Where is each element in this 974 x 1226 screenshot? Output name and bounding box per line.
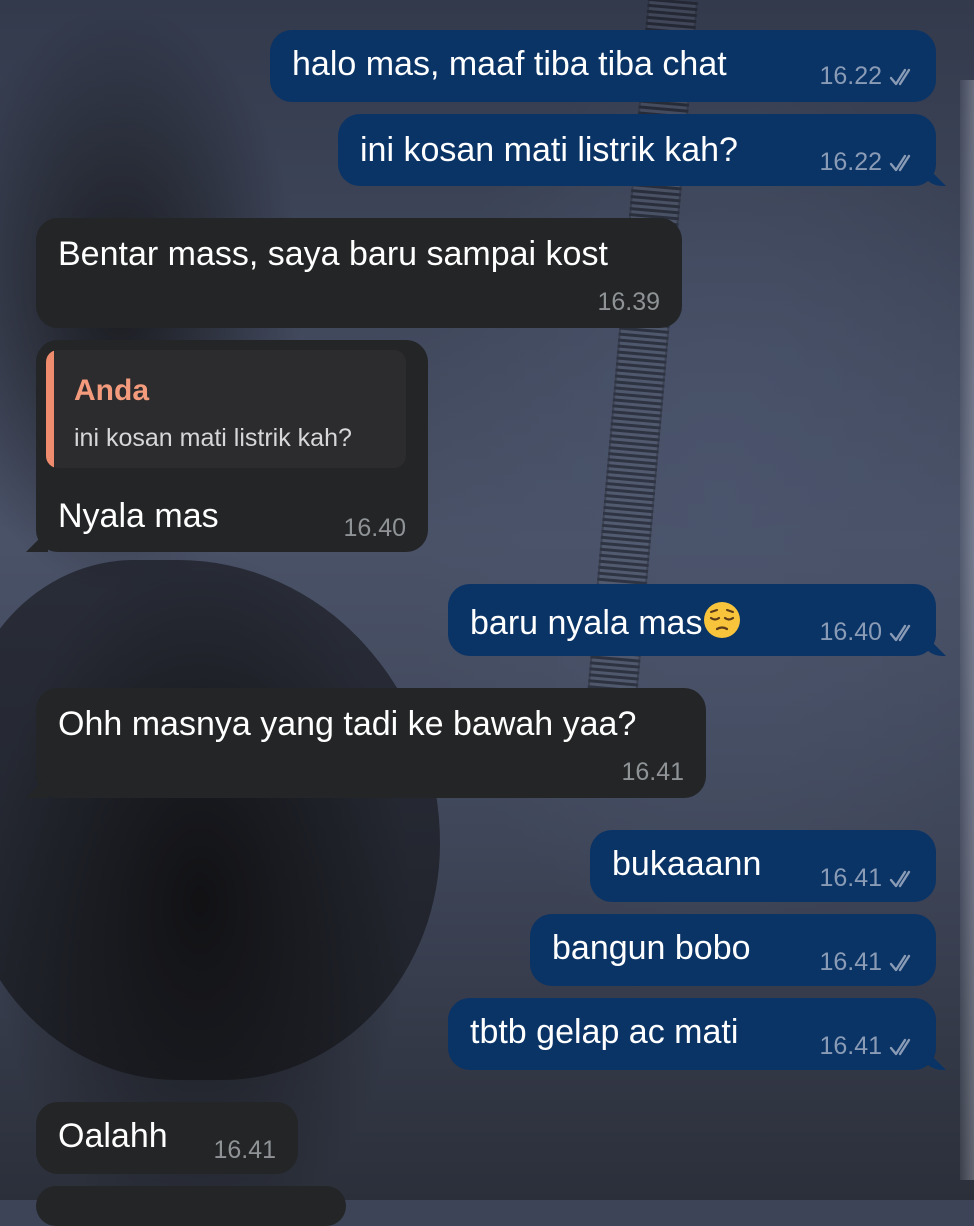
message-meta: 16.40 [819,618,918,647]
double-check-icon [889,870,911,887]
reply-quoted-text: ini kosan mati listrik kah? [74,424,352,452]
message-time: 16.40 [819,618,882,646]
message-meta: 16.41 [819,1032,918,1061]
message-time: 16.39 [597,288,660,316]
message-bubble-outgoing[interactable]: ini kosan mati listrik kah? 16.22 [338,114,946,186]
message-bubble-incoming-partial[interactable] [36,1186,346,1226]
message-text: bangun bobo [552,929,751,967]
message-text: Bentar mass, saya baru sampai kost [58,235,608,273]
message-text: bukaaann [612,845,762,883]
message-bubble-incoming[interactable]: Bentar mass, saya baru sampai kost 16.39 [36,218,682,328]
message-text: baru nyala mas [470,604,703,642]
double-check-icon [889,68,911,85]
bubble-tail [26,530,48,552]
message-bubble-incoming[interactable]: Oalahh 16.41 [36,1102,298,1174]
message-meta: 16.39 [597,288,660,317]
message-text: Nyala mas [58,497,219,535]
message-meta: 16.41 [819,948,918,977]
message-bubble-outgoing[interactable]: bangun bobo 16.41 [530,914,936,986]
message-text: Ohh masnya yang tadi ke bawah yaa? [58,705,637,743]
double-check-icon [889,1038,911,1055]
bubble-tail [924,1048,946,1070]
double-check-icon [889,624,911,641]
bubble-tail [924,164,946,186]
message-time: 16.41 [819,948,882,976]
message-time: 16.41 [819,864,882,892]
message-meta: 16.41 [819,864,918,893]
message-bubble-outgoing[interactable]: halo mas, maaf tiba tiba chat 16.22 [270,30,936,102]
bubble-tail [26,776,48,798]
message-time: 16.41 [621,758,684,786]
message-bubble-outgoing[interactable]: tbtb gelap ac mati 16.41 [448,998,946,1070]
message-bubble-incoming-reply[interactable]: Anda ini kosan mati listrik kah? Nyala m… [26,340,428,552]
message-meta: 16.22 [819,62,918,91]
message-text: halo mas, maaf tiba tiba chat [292,45,727,83]
message-list: halo mas, maaf tiba tiba chat 16.22 ini … [0,0,974,1226]
reply-author: Anda [74,374,149,407]
reply-preview[interactable]: Anda ini kosan mati listrik kah? [46,350,406,468]
message-bubble-outgoing[interactable]: baru nyala mas 16.40 [448,584,946,656]
bubble-tail [924,634,946,656]
message-time: 16.22 [819,148,882,176]
message-time: 16.40 [343,514,406,542]
double-check-icon [889,154,911,171]
message-meta: 16.41 [213,1136,276,1165]
message-text: Oalahh [58,1117,168,1155]
message-bubble-outgoing[interactable]: bukaaann 16.41 [590,830,936,902]
message-meta: 16.22 [819,148,918,177]
message-time: 16.22 [819,62,882,90]
message-bubble-incoming[interactable]: Ohh masnya yang tadi ke bawah yaa? 16.41 [26,688,706,798]
message-text: tbtb gelap ac mati [470,1013,739,1051]
pensive-face-emoji [704,602,741,638]
double-check-icon [889,954,911,971]
message-time: 16.41 [213,1136,276,1164]
message-text: ini kosan mati listrik kah? [360,131,738,169]
message-meta: 16.40 [343,514,406,543]
message-text-row: baru nyala mas [470,600,742,643]
message-meta: 16.41 [621,758,684,787]
message-time: 16.41 [819,1032,882,1060]
